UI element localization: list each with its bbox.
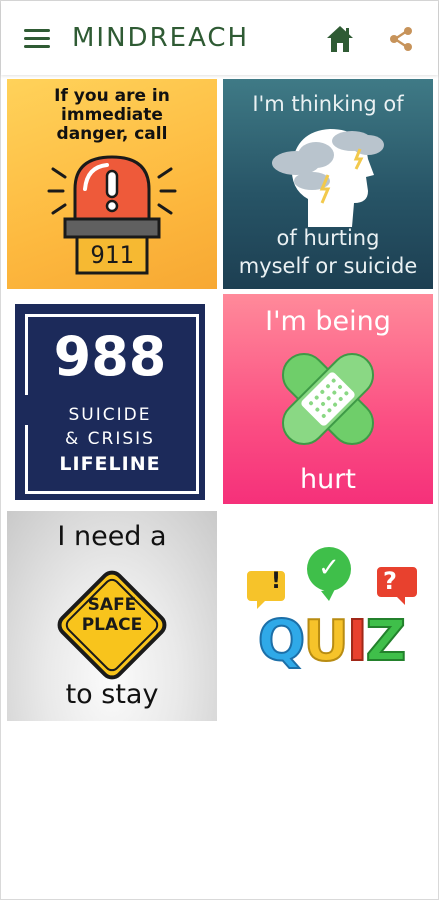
quiz-letter-i: I — [346, 608, 369, 675]
tile-thinking-of-hurting[interactable]: I'm thinking of of hurting myself or sui… — [223, 79, 433, 289]
tile-hurting-bottom-2: myself or suicide — [238, 254, 418, 278]
home-icon — [327, 26, 353, 52]
tile-being-hurt-bottom: hurt — [300, 464, 356, 495]
app-title: MINDREACH — [72, 23, 250, 53]
quiz-mark-check: ✓ — [318, 553, 340, 583]
tile-911-line-1: If you are in — [54, 86, 170, 106]
tile-911-line-3: danger, call — [56, 124, 168, 144]
tile-emergency-911[interactable]: If you are in immediate danger, call 911 — [7, 79, 217, 289]
tile-hurting-bottom-1: of hurting — [276, 226, 380, 250]
lifeline-number: 988 — [53, 325, 167, 388]
lifeline-logo: 988 SUICIDE & CRISIS LIFELINE — [15, 304, 205, 500]
tile-being-hurt-top: I'm being — [265, 306, 391, 337]
menu-button[interactable] — [21, 26, 53, 52]
head-storm-icon — [272, 129, 384, 227]
tile-safe-place-bottom: to stay — [65, 679, 159, 710]
quiz-letter-z: Z — [365, 608, 408, 675]
app-bar: MINDREACH — [1, 1, 438, 75]
home-button[interactable] — [324, 23, 356, 55]
share-icon — [390, 27, 412, 51]
lifeline-line-3: LIFELINE — [59, 453, 161, 475]
tile-988-lifeline[interactable]: 988 SUICIDE & CRISIS LIFELINE — [7, 294, 217, 504]
safe-sign-line-2: PLACE — [81, 615, 143, 635]
menu-icon — [24, 29, 50, 32]
menu-icon — [24, 45, 50, 48]
quiz-letter-q: Q — [257, 608, 307, 675]
quiz-mark-exclaim: ! — [270, 569, 282, 594]
tile-911-badge: 911 — [90, 241, 134, 269]
quiz-word: QUIZ — [241, 607, 421, 677]
tile-safe-place-top: I need a — [57, 521, 167, 552]
share-button[interactable] — [387, 25, 415, 53]
tile-safe-place[interactable]: I need a SAFE PLACE to stay — [7, 511, 217, 721]
tile-911-line-2: immediate — [61, 105, 163, 125]
quiz-mark-question: ? — [383, 567, 397, 595]
lifeline-line-2: & CRISIS — [65, 429, 155, 449]
tile-being-hurt[interactable]: I'm being hurt — [223, 294, 433, 504]
lifeline-line-1: SUICIDE — [68, 405, 152, 425]
tile-quiz[interactable]: ! ✓ ? QUIZ — [223, 511, 433, 721]
app-frame: MINDREACH If you are in immediate danger… — [0, 0, 439, 900]
tile-hurting-top: I'm thinking of — [252, 92, 404, 116]
quiz-letter-u: U — [302, 608, 350, 675]
bandage-icon — [281, 352, 375, 446]
menu-icon — [24, 37, 50, 40]
safe-sign-line-1: SAFE — [87, 595, 137, 615]
